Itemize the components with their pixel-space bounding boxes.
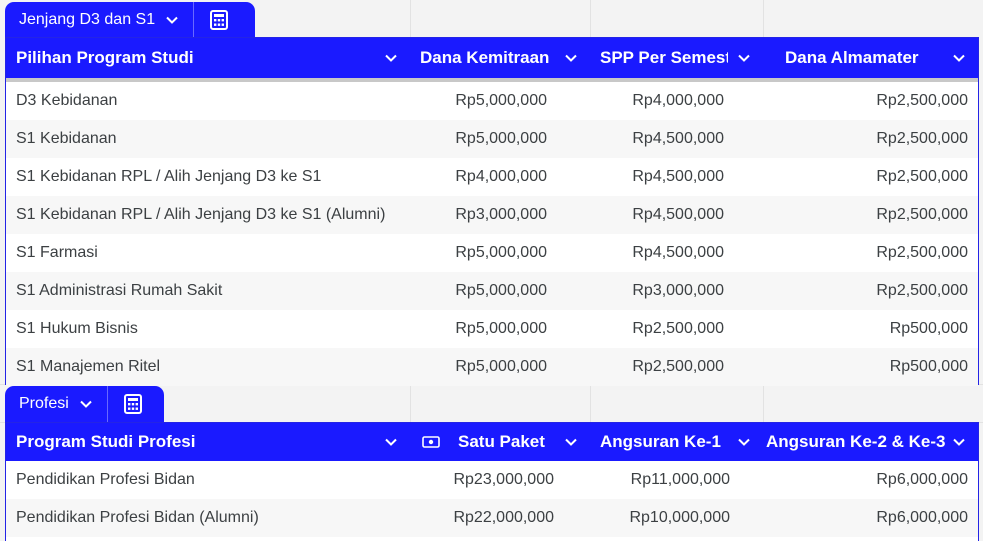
cell-amount: Rp5,000,000	[455, 130, 547, 147]
cell-program: D3 Kebidanan	[16, 92, 118, 109]
chevron-down-icon[interactable]	[564, 435, 578, 449]
calculator-icon[interactable]	[108, 386, 158, 422]
column-header-satu-paket[interactable]: Satu Paket	[410, 423, 590, 461]
chevron-down-icon[interactable]	[384, 435, 398, 449]
cell-program: S1 Hukum Bisnis	[16, 320, 138, 337]
chevron-down-icon[interactable]	[952, 435, 966, 449]
cell-amount: Rp4,500,000	[632, 130, 724, 147]
cell-amount: Rp2,500,000	[632, 320, 724, 337]
cell-amount: Rp2,500,000	[876, 168, 968, 185]
cell-program: S1 Kebidanan	[16, 130, 117, 147]
cell-program: S1 Kebidanan RPL / Alih Jenjang D3 ke S1	[16, 168, 322, 185]
cell-amount: Rp4,500,000	[632, 244, 724, 261]
chevron-down-icon[interactable]	[737, 435, 751, 449]
table-jenjang-d3-s1: Pilihan Program Studi Dana Kemitraan SPP…	[5, 37, 979, 386]
cell-amount: Rp500,000	[889, 358, 968, 375]
table-row[interactable]: S1 Kebidanan RPL / Alih Jenjang D3 ke S1…	[6, 158, 978, 196]
table-body: Pendidikan Profesi Bidan Rp23,000,000 Rp11…	[6, 461, 978, 537]
cell-amount: Rp5,000,000	[455, 244, 547, 261]
table-row[interactable]: S1 Administrasi Rumah Sakit Rp5,000,000 Rp…	[6, 272, 978, 310]
chevron-down-icon[interactable]	[737, 51, 751, 65]
cell-amount: Rp3,000,000	[455, 206, 547, 223]
table-tab-jenjang[interactable]: Jenjang D3 dan S1	[5, 2, 255, 38]
chevron-down-icon[interactable]	[564, 51, 578, 65]
table-profesi: Program Studi Profesi Satu Paket Angsura…	[5, 422, 979, 541]
column-header-program[interactable]: Pilihan Program Studi	[6, 38, 410, 78]
cell-amount: Rp2,500,000	[876, 244, 968, 261]
table-body: D3 Kebidanan Rp5,000,000 Rp4,000,000 Rp2,50…	[6, 82, 978, 386]
cell-program: S1 Kebidanan RPL / Alih Jenjang D3 ke S1…	[16, 206, 386, 223]
table-tab-profesi[interactable]: Profesi	[5, 386, 164, 422]
calculator-icon[interactable]	[194, 2, 244, 38]
column-header-dana-almamater[interactable]: Dana Almamater	[763, 38, 978, 78]
cell-amount: Rp5,000,000	[455, 320, 547, 337]
cell-amount: Rp2,500,000	[632, 358, 724, 375]
cell-program: S1 Farmasi	[16, 244, 98, 261]
money-icon	[422, 436, 440, 448]
chevron-down-icon[interactable]	[79, 397, 93, 411]
table-row[interactable]: S1 Kebidanan Rp5,000,000 Rp4,500,000 Rp2,50…	[6, 120, 978, 158]
column-header-program-profesi[interactable]: Program Studi Profesi	[6, 423, 410, 461]
table-row[interactable]: S1 Manajemen Ritel Rp5,000,000 Rp2,500,000…	[6, 348, 978, 386]
table-row[interactable]: S1 Farmasi Rp5,000,000 Rp4,500,000 Rp2,500,…	[6, 234, 978, 272]
cell-amount: Rp22,000,000	[453, 509, 554, 526]
table-row[interactable]: S1 Kebidanan RPL / Alih Jenjang D3 ke S1…	[6, 196, 978, 234]
column-header-spp[interactable]: SPP Per Semester	[590, 38, 763, 78]
cell-amount: Rp23,000,000	[453, 471, 554, 488]
table-row[interactable]: Pendidikan Profesi Bidan (Alumni) Rp22,00…	[6, 499, 978, 537]
column-header-dana-kemitraan[interactable]: Dana Kemitraan	[410, 38, 590, 78]
cell-amount: Rp4,000,000	[455, 168, 547, 185]
cell-program: S1 Administrasi Rumah Sakit	[16, 282, 223, 299]
column-header-angsuran-1[interactable]: Angsuran Ke-1	[590, 423, 763, 461]
cell-amount: Rp2,500,000	[876, 92, 968, 109]
cell-amount: Rp10,000,000	[629, 509, 730, 526]
cell-amount: Rp5,000,000	[455, 358, 547, 375]
table-header: Program Studi Profesi Satu Paket Angsura…	[6, 423, 978, 461]
cell-amount: Rp3,000,000	[632, 282, 724, 299]
cell-amount: Rp2,500,000	[876, 282, 968, 299]
tab-label: Jenjang D3 dan S1	[19, 11, 156, 28]
table-header: Pilihan Program Studi Dana Kemitraan SPP…	[6, 38, 978, 78]
cell-amount: Rp4,500,000	[632, 206, 724, 223]
cell-amount: Rp4,500,000	[632, 168, 724, 185]
chevron-down-icon[interactable]	[952, 51, 966, 65]
cell-amount: Rp4,000,000	[632, 92, 724, 109]
column-header-angsuran-2-3[interactable]: Angsuran Ke-2 & Ke-3	[763, 423, 978, 461]
cell-program: Pendidikan Profesi Bidan (Alumni)	[16, 509, 259, 526]
cell-program: S1 Manajemen Ritel	[16, 358, 161, 375]
cell-amount: Rp5,000,000	[455, 282, 547, 299]
cell-amount: Rp500,000	[889, 320, 968, 337]
chevron-down-icon[interactable]	[384, 51, 398, 65]
cell-amount: Rp2,500,000	[876, 130, 968, 147]
cell-program: Pendidikan Profesi Bidan	[16, 471, 195, 488]
table-row[interactable]: Pendidikan Profesi Bidan Rp23,000,000 Rp11…	[6, 461, 978, 499]
cell-amount: Rp11,000,000	[630, 471, 730, 488]
cell-amount: Rp6,000,000	[876, 471, 968, 488]
table-row[interactable]: S1 Hukum Bisnis Rp5,000,000 Rp2,500,000 Rp5…	[6, 310, 978, 348]
table-row[interactable]: D3 Kebidanan Rp5,000,000 Rp4,000,000 Rp2,50…	[6, 82, 978, 120]
cell-amount: Rp6,000,000	[876, 509, 968, 526]
cell-amount: Rp5,000,000	[455, 92, 547, 109]
cell-amount: Rp2,500,000	[876, 206, 968, 223]
chevron-down-icon[interactable]	[165, 13, 179, 27]
tab-label: Profesi	[19, 395, 69, 412]
